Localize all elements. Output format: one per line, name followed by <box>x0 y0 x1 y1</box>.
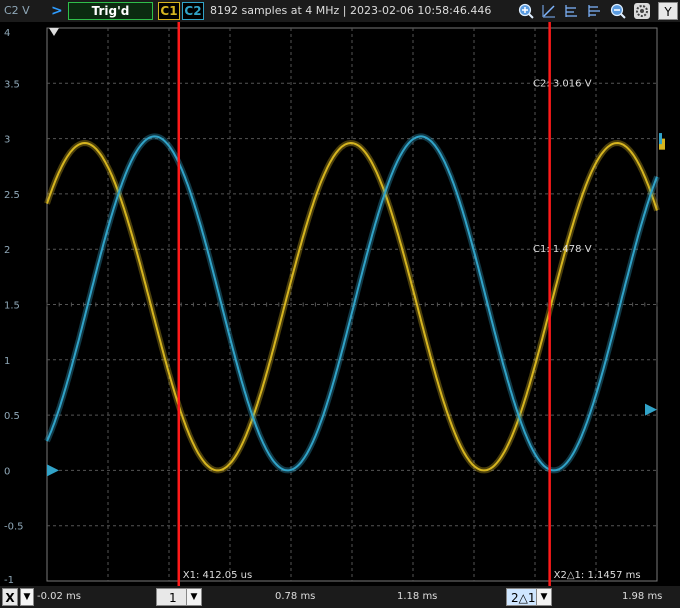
x-axis-mid-label-2: 1.18 ms <box>397 591 438 602</box>
cursor-x2-label: X2△1: 1.1457 ms <box>554 570 641 581</box>
trigger-position-marker[interactable] <box>49 28 59 36</box>
zoom-out-icon[interactable] <box>610 3 626 19</box>
c1-ground-marker[interactable] <box>47 464 59 477</box>
scope-plot-area[interactable]: 4 3.5 3 2.5 2 1.5 1 0.5 0 -0.5 -1 X1: 412.05 us C2: … <box>0 22 680 586</box>
x-axis-mid-label: 0.78 ms <box>275 591 316 602</box>
delta-value: 2△1 <box>511 591 536 605</box>
y-tick-label: 2 <box>4 245 10 256</box>
x-axis-dropdown[interactable]: ▼ <box>20 588 34 606</box>
page-select[interactable]: 1 ▼ <box>156 588 202 606</box>
y-tick-label: 1 <box>4 356 10 367</box>
y-tick-label: 2.5 <box>4 190 20 201</box>
cursor-line-icon[interactable] <box>541 3 557 19</box>
cursor-readout: C2: 3.016 V <box>533 78 592 89</box>
delta-select[interactable]: 2△1 ▼ <box>506 588 552 606</box>
acquisition-info: 8192 samples at 4 MHz | 2023-02-06 10:58… <box>210 4 492 17</box>
y-tick-label: 0 <box>4 466 10 477</box>
cursor-bars-icon[interactable] <box>586 3 602 19</box>
c2-level-marker[interactable] <box>645 403 657 416</box>
x-axis-left-value: -0.02 ms <box>37 591 82 602</box>
settings-icon[interactable] <box>634 3 650 19</box>
y-tick-label: -1 <box>4 575 14 586</box>
c2-level-indicator <box>659 133 662 145</box>
cursor-x1-label: X1: 412.05 us <box>183 570 252 581</box>
zoom-in-icon[interactable] <box>518 3 534 19</box>
y-tick-label: 0.5 <box>4 411 20 422</box>
y-tick-label: 4 <box>4 28 10 39</box>
channel-2-button[interactable]: C2 <box>182 2 204 20</box>
top-toolbar: C2 V > Trig'd C1 C2 8192 samples at 4 MH… <box>0 0 680 22</box>
y-tick-label: 1.5 <box>4 301 20 312</box>
trigger-status-button[interactable]: Trig'd <box>68 2 153 20</box>
chevron-down-icon: ▼ <box>186 589 201 605</box>
cursor-bars-icon[interactable] <box>563 3 579 19</box>
y-axis-button[interactable]: Y <box>658 2 678 20</box>
y-tick-label: -0.5 <box>4 522 24 533</box>
channel-1-button[interactable]: C1 <box>158 2 180 20</box>
y-axis-unit-label: C2 V <box>4 4 30 17</box>
chevron-down-icon: ▼ <box>21 589 33 605</box>
y-tick-label: 3 <box>4 135 10 146</box>
run-arrow-icon[interactable]: > <box>51 0 63 22</box>
bottom-toolbar: X ▼ -0.02 ms 1 ▼ 0.78 ms 1.18 ms 2△1 ▼ 1… <box>0 586 680 608</box>
x-axis-button[interactable]: X <box>2 588 18 606</box>
page-value: 1 <box>169 591 177 605</box>
x-axis-right-value: 1.98 ms <box>622 591 663 602</box>
y-tick-label: 3.5 <box>4 79 20 90</box>
cursor-readout: C1: 1.478 V <box>533 244 592 255</box>
chevron-down-icon: ▼ <box>536 589 551 605</box>
